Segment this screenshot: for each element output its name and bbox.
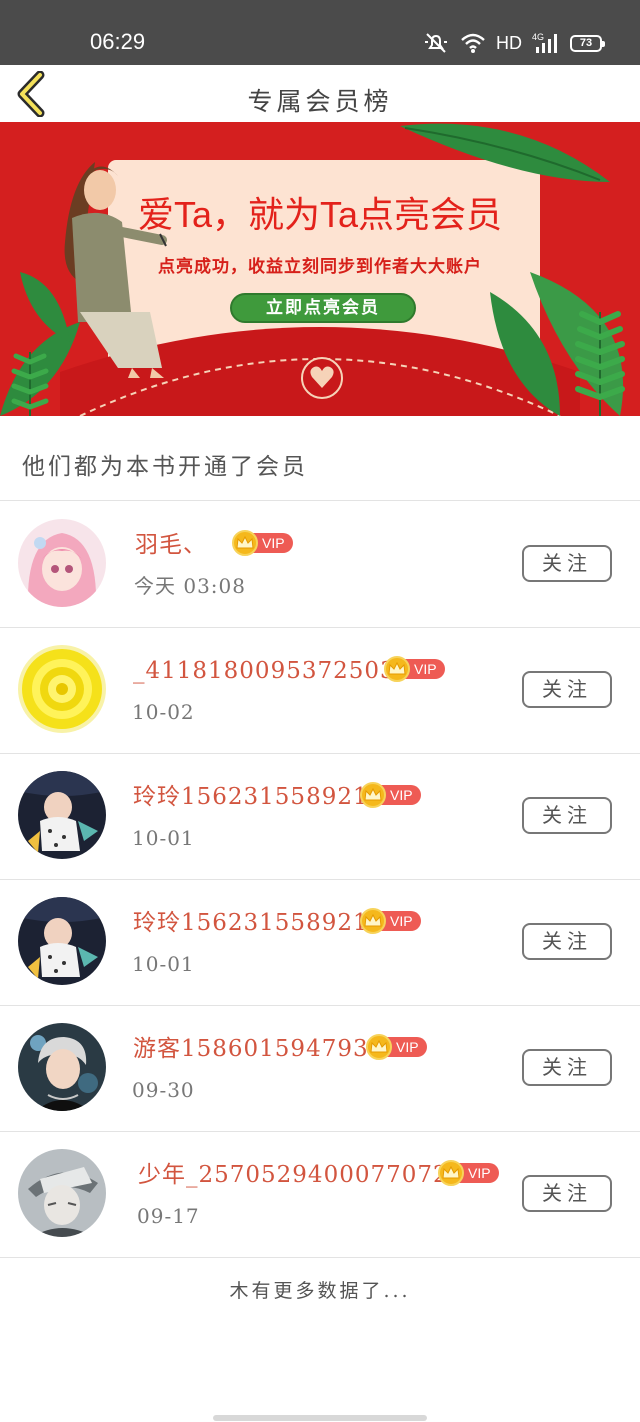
avatar[interactable] (18, 771, 106, 859)
activate-vip-button[interactable]: 立即点亮会员 (230, 293, 416, 323)
banner-headline: 爱Ta，就为Ta点亮会员 (137, 194, 503, 235)
crown-icon (366, 1034, 392, 1060)
mute-bell-icon (425, 33, 447, 53)
vip-badge: VIP (366, 1034, 427, 1060)
svg-text:4G: 4G (532, 32, 544, 42)
member-name[interactable]: 少年_25705294000770722 (138, 1161, 464, 1189)
follow-button[interactable]: 关注 (522, 797, 612, 834)
member-date: 09-17 (137, 1204, 200, 1228)
member-name[interactable]: _4118180095372503O (133, 657, 416, 685)
member-row[interactable]: 玲玲1562315589211 VIP 10-01 关注 (0, 753, 640, 879)
vip-badge: VIP (384, 656, 445, 682)
banner-subtitle: 点亮成功，收益立刻同步到作者大大账户 (158, 257, 482, 277)
member-name[interactable]: 玲玲1562315589211 (133, 909, 384, 937)
member-date: 今天 03:08 (134, 574, 246, 598)
nav-bar: 专属会员榜 (0, 65, 640, 122)
member-name[interactable]: 游客1586015947931 (133, 1035, 384, 1063)
member-date: 10-01 (132, 952, 195, 976)
no-more-data-text: 木有更多数据了... (229, 1280, 411, 1302)
wifi-icon (461, 33, 485, 53)
vip-badge: VIP (232, 530, 293, 556)
crown-icon (232, 530, 258, 556)
crown-icon (360, 782, 386, 808)
section-title: 他们都为本书开通了会员 (22, 454, 308, 480)
home-indicator (213, 1415, 427, 1421)
member-name[interactable]: 玲玲1562315589211 (133, 783, 384, 811)
crown-icon (438, 1160, 464, 1186)
avatar[interactable] (18, 519, 106, 607)
vip-badge: VIP (360, 782, 421, 808)
status-bar: 06:29 HD 4G 73 (0, 0, 640, 65)
page-title: 专属会员榜 (247, 87, 393, 116)
follow-button[interactable]: 关注 (522, 1175, 612, 1212)
follow-button[interactable]: 关注 (522, 545, 612, 582)
member-row[interactable]: 游客1586015947931 VIP 09-30 关注 (0, 1005, 640, 1131)
member-date: 10-02 (132, 700, 195, 724)
member-row[interactable]: 少年_25705294000770722 VIP 09-17 关注 (0, 1131, 640, 1257)
crown-icon (384, 656, 410, 682)
network-hd-label: HD (496, 33, 522, 53)
member-date: 10-01 (132, 826, 195, 850)
member-name[interactable]: 羽毛、 (135, 531, 207, 559)
avatar[interactable] (18, 1149, 106, 1237)
crown-icon (360, 908, 386, 934)
member-row[interactable]: _4118180095372503O VIP 10-02 关注 (0, 627, 640, 753)
divider (0, 1257, 640, 1258)
status-time: 06:29 (90, 29, 146, 54)
member-row[interactable]: 玲玲1562315589211 VIP 10-01 关注 (0, 879, 640, 1005)
follow-button[interactable]: 关注 (522, 1049, 612, 1086)
vip-badge: VIP (438, 1160, 499, 1186)
member-date: 09-30 (132, 1078, 195, 1102)
follow-button[interactable]: 关注 (522, 671, 612, 708)
follow-button[interactable]: 关注 (522, 923, 612, 960)
vip-badge: VIP (360, 908, 421, 934)
signal-icon: 4G (532, 32, 557, 53)
avatar[interactable] (18, 1023, 106, 1111)
status-icons: HD 4G 73 (422, 30, 605, 56)
member-row[interactable]: 羽毛、 VIP 今天 03:08 关注 (0, 501, 640, 627)
avatar[interactable] (18, 645, 106, 733)
avatar[interactable] (18, 897, 106, 985)
battery-icon: 73 (570, 34, 605, 52)
